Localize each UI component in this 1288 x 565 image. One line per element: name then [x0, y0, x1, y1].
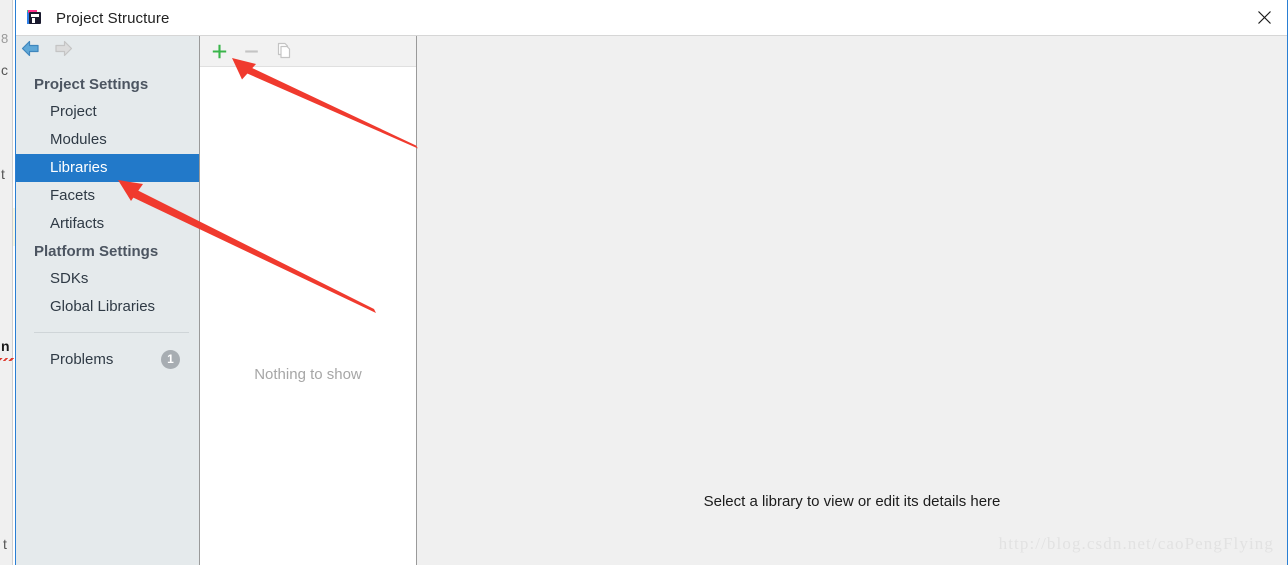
libraries-empty-state: Nothing to show: [200, 67, 416, 565]
arrow-right-icon: [52, 40, 73, 62]
intellij-idea-logo-icon: [27, 10, 43, 26]
watermark-text: http://blog.csdn.net/caoPengFlying: [998, 534, 1274, 553]
sidebar-item-facets[interactable]: Facets: [16, 182, 199, 210]
sidebar-item-modules[interactable]: Modules: [16, 126, 199, 154]
dialog-titlebar: Project Structure: [16, 0, 1287, 36]
detail-placeholder-message: Select a library to view or edit its det…: [703, 493, 1001, 510]
sidebar-item-libraries[interactable]: Libraries: [16, 154, 199, 182]
sidebar-navigation-bar: [16, 36, 199, 66]
problems-label: Problems: [50, 350, 114, 368]
sidebar-item-project[interactable]: Project: [16, 98, 199, 126]
library-detail-panel: Select a library to view or edit its det…: [417, 36, 1287, 565]
settings-sidebar: Project Settings Project Modules Librari…: [16, 36, 200, 565]
sidebar-item-global-libraries[interactable]: Global Libraries: [16, 293, 199, 321]
problems-count-badge: 1: [161, 349, 180, 369]
editor-fragment: 8: [1, 31, 9, 46]
settings-nav-list: Project Settings Project Modules Librari…: [16, 66, 199, 321]
dialog-title: Project Structure: [56, 9, 170, 27]
screen-root: 8 c t n t Project Structure Project Sett…: [0, 0, 1288, 565]
libraries-list-panel: Nothing to show: [200, 36, 417, 565]
sidebar-item-sdks[interactable]: SDKs: [16, 265, 199, 293]
add-button[interactable]: [208, 40, 231, 63]
sidebar-group-platform-settings: Platform Settings: [34, 243, 159, 260]
dialog-body: Project Settings Project Modules Librari…: [16, 36, 1287, 565]
error-squiggle: [0, 358, 14, 361]
copy-icon[interactable]: [272, 40, 295, 63]
arrow-left-icon[interactable]: [21, 40, 42, 62]
empty-state-label: Nothing to show: [254, 366, 362, 383]
project-structure-dialog: Project Structure Project Settings Proje…: [15, 0, 1288, 565]
close-icon[interactable]: [1241, 0, 1287, 35]
sidebar-group-project-settings: Project Settings: [34, 76, 149, 93]
editor-fragment: c: [1, 62, 8, 78]
libraries-toolbar: [200, 36, 416, 67]
editor-gutter: [0, 0, 13, 565]
sidebar-divider: [34, 332, 189, 333]
editor-fragment: n: [1, 338, 10, 354]
editor-fragment: t: [1, 166, 5, 182]
remove-button[interactable]: [240, 40, 263, 63]
sidebar-item-artifacts[interactable]: Artifacts: [16, 210, 199, 238]
editor-fragment: t: [3, 536, 7, 552]
sidebar-item-problems[interactable]: Problems 1: [16, 345, 199, 373]
